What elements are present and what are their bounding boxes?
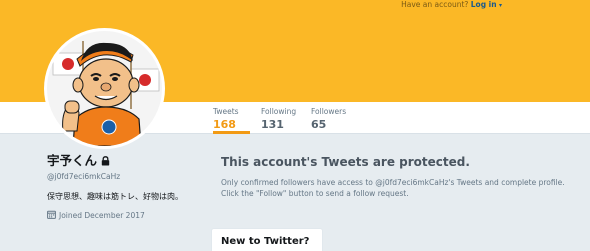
tweets-count: 168 bbox=[213, 118, 236, 131]
signup-card: New to Twitter? bbox=[211, 228, 323, 251]
login-link[interactable]: Log in bbox=[471, 0, 497, 9]
avatar-image bbox=[47, 31, 162, 146]
avatar[interactable] bbox=[44, 28, 165, 149]
tab-tweets[interactable]: Tweets 168 bbox=[213, 107, 250, 134]
profile-bio: 保守思想、趣味は筋トレ、好物は肉。 bbox=[47, 192, 183, 201]
joined-date: Joined December 2017 bbox=[47, 210, 145, 221]
login-bar: Have an account? Log in ▾ bbox=[401, 0, 502, 11]
profile-name[interactable]: 宇予くん bbox=[47, 153, 110, 169]
display-name: 宇予くん bbox=[47, 153, 98, 168]
signup-card-title: New to Twitter? bbox=[221, 236, 310, 247]
profile-handle[interactable]: @j0fd7eci6mkCaHz bbox=[47, 172, 120, 182]
followers-label: Followers bbox=[311, 107, 347, 116]
tweets-label: Tweets bbox=[213, 107, 239, 116]
protected-message: Only confirmed followers have access to … bbox=[221, 178, 565, 198]
protected-title: This account's Tweets are protected. bbox=[221, 155, 470, 169]
lock-icon bbox=[101, 156, 110, 166]
tab-following[interactable]: Following 131 bbox=[261, 107, 301, 134]
joined-text: Joined December 2017 bbox=[59, 211, 145, 220]
following-label: Following bbox=[261, 107, 297, 116]
caret-down-icon[interactable]: ▾ bbox=[499, 2, 502, 9]
have-account-text: Have an account? bbox=[401, 0, 469, 9]
followers-count: 65 bbox=[311, 118, 327, 131]
calendar-icon bbox=[47, 210, 56, 219]
cartoon-avatar-illustration bbox=[47, 31, 162, 146]
tab-followers[interactable]: Followers 65 bbox=[311, 107, 353, 134]
following-count: 131 bbox=[261, 118, 284, 131]
